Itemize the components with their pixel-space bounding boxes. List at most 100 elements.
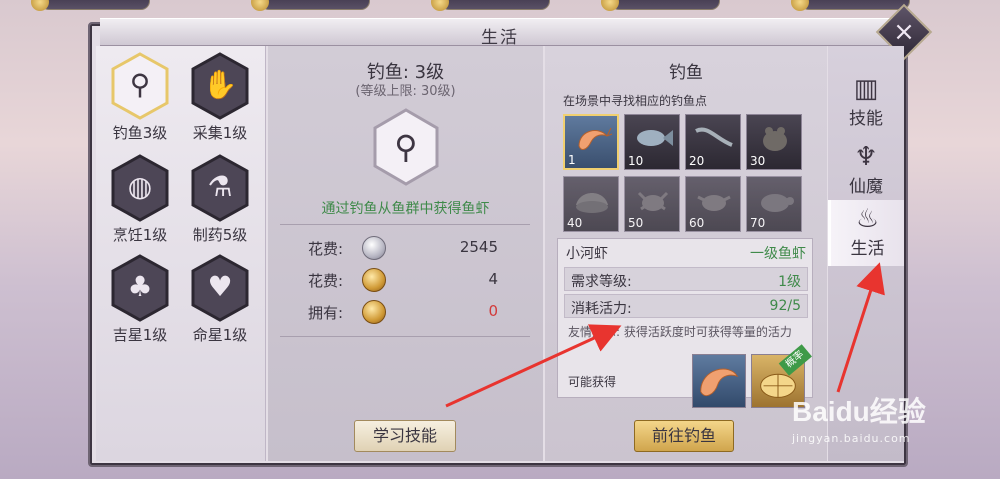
fishing-spot-slot[interactable]: 60 — [685, 176, 741, 232]
currency-pill — [791, 0, 910, 11]
fishing-spot-slot[interactable]: 1 — [563, 114, 619, 170]
silver-coin-icon — [362, 236, 386, 260]
currency-pill — [431, 0, 550, 11]
skill-label: 烹饪1级 — [112, 226, 168, 244]
skill-description: 通过钓鱼从鱼群中获得鱼虾 — [321, 201, 490, 217]
skill-fate-star[interactable]: ♥ 命星1级 — [180, 254, 260, 345]
skill-gathering[interactable]: ✋ 采集1级 — [180, 52, 260, 143]
eel-icon — [695, 127, 733, 147]
frying-pan-icon: ◍ — [110, 154, 170, 222]
cost-value: 2545 — [459, 238, 498, 256]
reward-shrimp[interactable] — [692, 354, 746, 408]
spot-level: 1 — [568, 153, 576, 167]
skill-label: 采集1级 — [192, 124, 248, 142]
friendly-tip: 友情提示: 获得活跃度时可获得等量的活力 — [568, 325, 792, 339]
currency-pill — [31, 0, 150, 11]
crab-icon — [637, 191, 669, 211]
required-level-row: 需求等级: 1级 — [564, 267, 808, 291]
fishing-hint: 在场景中寻找相应的钓鱼点 — [563, 94, 708, 108]
gold-coin-icon — [362, 268, 386, 292]
skill-fishing[interactable]: ⚲ 钓鱼3级 — [100, 52, 180, 143]
close-icon: × — [893, 17, 915, 47]
tab-skills[interactable]: ▥ 技能 — [828, 70, 904, 136]
tab-label: 生活 — [850, 239, 885, 259]
fishing-spot-slot[interactable]: 30 — [746, 114, 802, 170]
skill-lucky-star[interactable]: ♣ 吉星1级 — [100, 254, 180, 345]
skill-pharmacy[interactable]: ⚗ 制药5级 — [180, 154, 260, 245]
lucky-star-figure-icon: ♣ — [110, 254, 170, 322]
fishing-spot-slot[interactable]: 50 — [624, 176, 680, 232]
fish-name: 小河虾 — [566, 246, 608, 262]
panel-title-bar: 生活 — [100, 18, 900, 48]
skill-label: 命星1级 — [192, 326, 248, 344]
skill-cooking[interactable]: ◍ 烹饪1级 — [100, 154, 180, 245]
watermark: Baidu经验 jingyan.baidu.com — [792, 390, 962, 460]
spot-level: 70 — [750, 216, 766, 230]
fish-grade: 一级鱼虾 — [750, 246, 806, 262]
turtle-icon — [761, 194, 794, 212]
skill-label: 钓鱼3级 — [112, 124, 168, 142]
tab-life[interactable]: ♨ 生活 — [828, 200, 904, 266]
fishing-spot-slot[interactable]: 40 — [563, 176, 619, 232]
currency-pill — [251, 0, 370, 11]
fishing-spot-slot[interactable]: 10 — [624, 114, 680, 170]
learn-skill-button[interactable]: 学习技能 — [354, 420, 456, 452]
clam-icon — [576, 193, 608, 213]
stamina-cost-row: 消耗活力: 92/5 — [564, 294, 808, 318]
shrimp-icon — [700, 368, 739, 397]
cost-label: 花费: — [308, 240, 344, 258]
immortal-demon-icon: ♆ — [854, 142, 878, 172]
skill-detail: 钓鱼: 3级 (等级上限: 30级) ⚲ 通过钓鱼从鱼群中获得鱼虾 花费: 25… — [268, 46, 543, 461]
tab-label: 技能 — [849, 109, 883, 129]
fishing-spot-slot[interactable]: 20 — [685, 114, 741, 170]
currency-bar — [0, 0, 1000, 14]
skill-level-cap: (等级上限: 30级) — [355, 84, 456, 99]
fishing-hook-icon: ⚲ — [372, 108, 440, 186]
row-value: 92/5 — [769, 298, 801, 314]
row-label: 需求等级: — [571, 274, 632, 290]
panel-title: 生活 — [481, 28, 519, 48]
spot-level: 10 — [628, 154, 644, 168]
skill-label: 吉星1级 — [112, 326, 168, 344]
crab-icon — [697, 195, 731, 211]
mortar-pestle-icon: ⚗ — [190, 154, 250, 222]
frog-icon — [763, 127, 787, 151]
owned-value: 0 — [488, 302, 498, 320]
spot-level: 50 — [628, 216, 644, 230]
fishing-spot-slot[interactable]: 70 — [746, 176, 802, 232]
skill-book-icon: ▥ — [853, 74, 879, 104]
spot-level: 40 — [567, 216, 583, 230]
coin-icon — [431, 0, 449, 11]
fish-icon — [637, 130, 673, 146]
spot-level: 20 — [689, 154, 705, 168]
hand-gather-icon: ✋ — [190, 52, 250, 120]
coin-icon — [791, 0, 809, 11]
owned-label: 拥有: — [308, 304, 344, 322]
go-fishing-button[interactable]: 前往钓鱼 — [634, 420, 734, 452]
coin-icon — [251, 0, 269, 11]
may-obtain-label: 可能获得 — [568, 375, 617, 389]
row-value: 1级 — [778, 274, 801, 290]
cost-value: 4 — [488, 270, 498, 288]
shrimp-icon — [578, 127, 613, 150]
spot-level: 60 — [689, 216, 705, 230]
fate-star-figure-icon: ♥ — [190, 254, 250, 322]
cooking-pot-icon: ♨ — [855, 204, 880, 234]
watermark-main: Baidu经验 — [792, 396, 926, 427]
tab-label: 仙魔 — [849, 177, 883, 197]
coin-icon — [601, 0, 619, 11]
fishing-title: 钓鱼 — [669, 63, 703, 83]
cost-row-silver: 花费: 2545 — [308, 236, 498, 260]
spot-level: 30 — [750, 154, 766, 168]
tab-immortal-demon[interactable]: ♆ 仙魔 — [828, 138, 904, 204]
cost-label: 花费: — [308, 272, 344, 290]
currency-pill — [601, 0, 720, 11]
coin-icon — [31, 0, 49, 11]
cost-row-gold: 花费: 4 — [308, 268, 498, 292]
gold-coin-icon — [362, 300, 386, 324]
watermark-sub: jingyan.baidu.com — [792, 432, 911, 445]
divider — [280, 224, 530, 225]
fishing-hook-icon: ⚲ — [110, 52, 170, 120]
owned-row: 拥有: 0 — [308, 300, 498, 324]
skill-label: 制药5级 — [192, 226, 248, 244]
